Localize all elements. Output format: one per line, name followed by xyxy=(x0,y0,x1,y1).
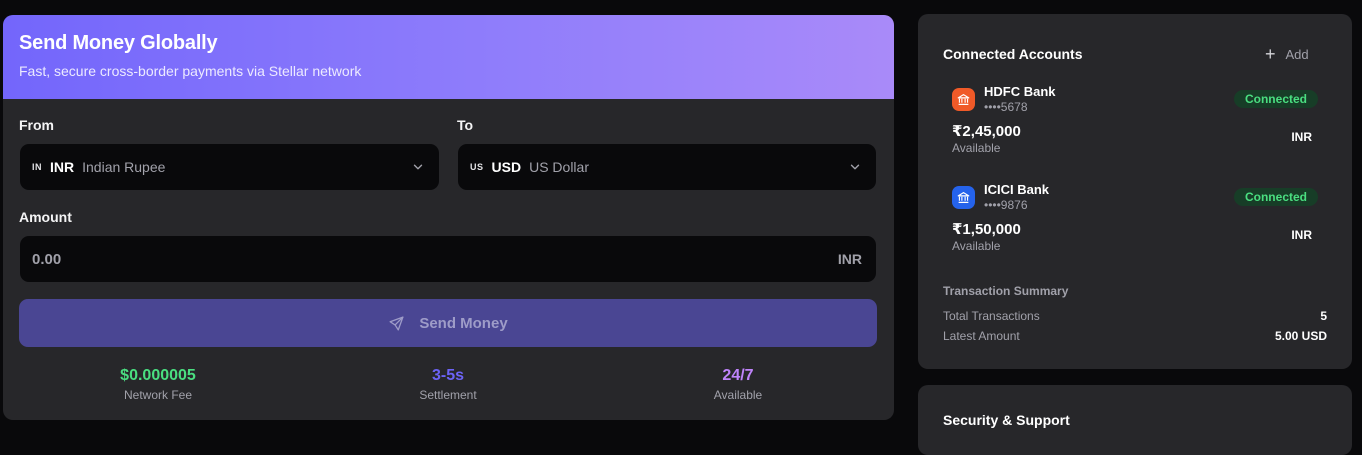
status-badge: Connected xyxy=(1233,90,1318,108)
balance-currency: INR xyxy=(1291,228,1312,242)
send-money-button-label: Send Money xyxy=(419,314,508,332)
network-fee-stat: $0.000005 Network Fee xyxy=(58,367,258,402)
security-support-card: Security & Support xyxy=(918,385,1352,455)
security-support-title: Security & Support xyxy=(943,412,1070,428)
add-account-button[interactable]: + Add xyxy=(1265,44,1309,65)
send-money-header: Send Money Globally Fast, secure cross-b… xyxy=(3,15,894,99)
total-transactions-value: 5 xyxy=(1320,309,1327,323)
send-money-subtitle: Fast, secure cross-border payments via S… xyxy=(19,63,362,79)
plus-icon: + xyxy=(1265,44,1276,64)
send-money-card: Send Money Globally Fast, secure cross-b… xyxy=(3,15,894,420)
from-flag: IN xyxy=(32,162,42,172)
amount-currency: INR xyxy=(837,251,862,267)
send-money-title: Send Money Globally xyxy=(19,32,218,54)
total-transactions-label: Total Transactions xyxy=(943,309,1040,323)
amount-input[interactable] xyxy=(32,250,838,268)
settlement-value: 3-5s xyxy=(431,367,465,384)
amount-field: INR xyxy=(20,236,876,282)
to-currency-code: USD xyxy=(491,159,522,175)
to-currency-select[interactable]: US USD US Dollar xyxy=(458,144,876,190)
account-number: ••••9876 xyxy=(984,198,1028,212)
latest-amount-value: 5.00 USD xyxy=(1274,329,1327,343)
status-badge: Connected xyxy=(1233,188,1318,206)
from-currency-select[interactable]: IN INR Indian Rupee xyxy=(20,144,439,190)
latest-amount-row: Latest Amount 5.00 USD xyxy=(943,329,1327,343)
total-transactions-row: Total Transactions 5 xyxy=(943,309,1327,323)
bank-name: ICICI Bank xyxy=(984,182,1050,197)
amount-label: Amount xyxy=(19,209,72,225)
account-item-icici[interactable]: ICICI Bank ••••9876 Connected ₹1,50,000 … xyxy=(952,182,1318,262)
bank-icon xyxy=(952,88,975,111)
network-fee-label: Network Fee xyxy=(123,388,193,402)
settlement-stat: 3-5s Settlement xyxy=(348,367,548,402)
network-fee-value: $0.000005 xyxy=(120,367,196,384)
account-balance: ₹2,45,000 xyxy=(952,123,1021,140)
to-label: To xyxy=(457,117,474,133)
balance-currency: INR xyxy=(1291,130,1312,144)
account-item-hdfc[interactable]: HDFC Bank ••••5678 Connected ₹2,45,000 A… xyxy=(952,84,1318,164)
chevron-down-icon xyxy=(850,164,860,170)
connected-accounts-title: Connected Accounts xyxy=(943,46,1083,62)
chevron-down-icon xyxy=(413,164,423,170)
bank-icon xyxy=(952,186,975,209)
bank-name: HDFC Bank xyxy=(984,84,1056,99)
to-currency-name: US Dollar xyxy=(529,159,589,175)
account-balance: ₹1,50,000 xyxy=(952,221,1021,238)
to-flag: US xyxy=(470,162,484,172)
connected-accounts-card: Connected Accounts + Add HDFC Bank ••••5… xyxy=(918,14,1352,369)
add-account-label: Add xyxy=(1285,47,1309,62)
availability-label: Available xyxy=(713,388,763,402)
availability-value: 24/7 xyxy=(722,367,754,384)
send-icon xyxy=(389,315,404,331)
availability-stat: 24/7 Available xyxy=(638,367,838,402)
transaction-summary-title: Transaction Summary xyxy=(943,284,1069,298)
account-number: ••••5678 xyxy=(984,100,1028,114)
from-label: From xyxy=(19,117,54,133)
latest-amount-label: Latest Amount xyxy=(943,329,1020,343)
from-currency-code: INR xyxy=(50,159,75,175)
balance-label: Available xyxy=(952,141,1001,155)
settlement-label: Settlement xyxy=(419,388,477,402)
send-money-button[interactable]: Send Money xyxy=(19,299,877,347)
from-currency-name: Indian Rupee xyxy=(82,159,166,175)
balance-label: Available xyxy=(952,239,1001,253)
